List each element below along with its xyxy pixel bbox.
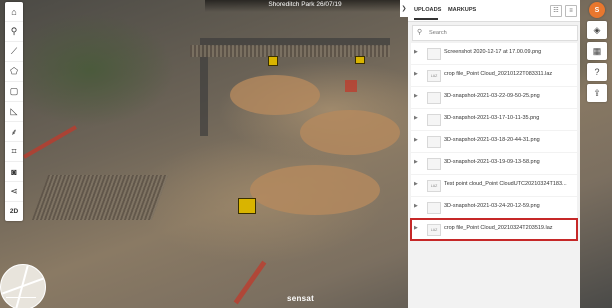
title-banner: Shoreditch Park 26/07/19 [205,0,405,12]
laz-file-icon: LAZ [427,224,441,236]
dirt-mound [230,75,320,115]
file-row[interactable]: ▶ LAZ Test point cloud_Point CloudUTC20210… [411,175,577,196]
expand-arrow-icon[interactable]: ▶ [414,181,418,187]
left-toolbar: ⌂ ⚲ ⟋ ⬠ ▢ ◺ ⸙ ⌗ ◙ ⋖ 2D [5,2,23,221]
scene-title: Shoreditch Park 26/07/19 [268,1,342,8]
file-name: 3D-snapshot-2021-03-18-20-44-31.png [444,137,540,143]
search-icon: ⚲ [417,29,423,36]
file-row[interactable]: ▶ 3D-snapshot-2021-03-24-20-12-59.png [411,197,577,218]
file-name: 3D-snapshot-2021-03-24-20-12-59.png [444,203,540,209]
avatar[interactable]: S [589,2,605,18]
expand-arrow-icon[interactable]: ▶ [414,159,418,165]
home-icon[interactable]: ⌂ [5,2,23,22]
dump-truck [238,198,256,214]
brand-logo: sensat [287,294,315,303]
file-name: crop file_Point Cloud_20210122T083311.la… [444,71,553,77]
dirt-mound [250,165,380,215]
laz-file-icon: LAZ [427,70,441,82]
red-barrier [23,125,77,159]
area-icon[interactable]: ⬠ [5,62,23,82]
crop-icon[interactable]: ⌗ [5,142,23,162]
chevron-right-icon[interactable]: ❯ [400,0,408,17]
file-row[interactable]: ▶ 3D-snapshot-2021-03-22-09-50-25.png [411,87,577,108]
help-icon[interactable]: ? [587,63,607,81]
file-name: 3D-snapshot-2021-03-22-09-50-25.png [444,93,540,99]
excavator [355,56,365,64]
ruler-icon[interactable]: ⟋ [5,42,23,62]
pit-wall [200,46,208,136]
image-file-icon [427,202,441,214]
excavator [268,56,278,66]
panel-header: UPLOADS MARKUPS ☷ ≡ [408,0,580,22]
search-input[interactable] [429,27,569,38]
file-list: ▶ Screenshot 2020-12-17 at 17.00.09.png ▶ L… [410,43,578,241]
grid-icon[interactable]: ▦ [587,42,607,60]
layers-draw-icon[interactable]: ⸙ [5,122,23,142]
file-name: 3D-snapshot-2021-03-19-09-13-58.png [444,159,540,165]
file-row[interactable]: ▶ Screenshot 2020-12-17 at 17.00.09.png [411,43,577,64]
expand-arrow-icon[interactable]: ▶ [414,115,418,121]
pin-icon[interactable]: ⚲ [5,22,23,42]
tab-uploads[interactable]: UPLOADS [414,7,441,13]
image-file-icon [427,48,441,60]
tab-markups[interactable]: MARKUPS [448,7,476,13]
image-file-icon [427,92,441,104]
file-row-selected[interactable]: ▶ LAZ crop file_Point Cloud_20210324T20351… [410,218,578,241]
expand-arrow-icon[interactable]: ▶ [414,225,418,231]
expand-arrow-icon[interactable]: ▶ [414,137,418,143]
file-name: crop file_Point Cloud_20210324T203519.la… [444,225,553,231]
sort-icon[interactable]: ≡ [565,5,577,17]
uploads-panel: UPLOADS MARKUPS ☷ ≡ ⚲ ▶ Screenshot 2020-1… [408,0,580,308]
image-file-icon [427,114,441,126]
expand-arrow-icon[interactable]: ▶ [414,93,418,99]
file-name: Test point cloud_Point CloudUTC20210324T… [444,181,567,187]
filter-icon[interactable]: ☷ [550,5,562,17]
layers-icon[interactable]: ◈ [587,21,607,39]
square-icon[interactable]: ▢ [5,82,23,102]
laz-file-icon: LAZ [427,180,441,192]
scaffold-area [31,175,169,220]
image-file-icon [427,158,441,170]
search-box: ⚲ [412,25,578,41]
file-name: Screenshot 2020-12-17 at 17.00.09.png [444,49,542,55]
file-name: 3D-snapshot-2021-03-17-10-11-35.png [444,115,540,121]
expand-arrow-icon[interactable]: ▶ [414,71,418,77]
mode-2d-button[interactable]: 2D [5,202,23,221]
minimap-road [6,297,36,298]
minimap[interactable] [0,264,46,308]
upload-icon[interactable]: ⇪ [587,84,607,102]
dirt-mound [300,110,400,155]
active-tab-indicator [414,18,438,20]
camera-icon[interactable]: ◙ [5,162,23,182]
expand-arrow-icon[interactable]: ▶ [414,203,418,209]
share-icon[interactable]: ⋖ [5,182,23,202]
expand-arrow-icon[interactable]: ▶ [414,49,418,55]
file-row[interactable]: ▶ LAZ crop file_Point Cloud_20210122T08331… [411,65,577,86]
crane-arm [233,260,267,305]
file-row[interactable]: ▶ 3D-snapshot-2021-03-17-10-11-35.png [411,109,577,130]
file-row[interactable]: ▶ 3D-snapshot-2021-03-19-09-13-58.png [411,153,577,174]
elevation-icon[interactable]: ◺ [5,102,23,122]
red-equipment [345,80,357,92]
right-toolbar: S ◈ ▦ ? ⇪ [587,2,607,105]
file-row[interactable]: ▶ 3D-snapshot-2021-03-18-20-44-31.png [411,131,577,152]
image-file-icon [427,136,441,148]
